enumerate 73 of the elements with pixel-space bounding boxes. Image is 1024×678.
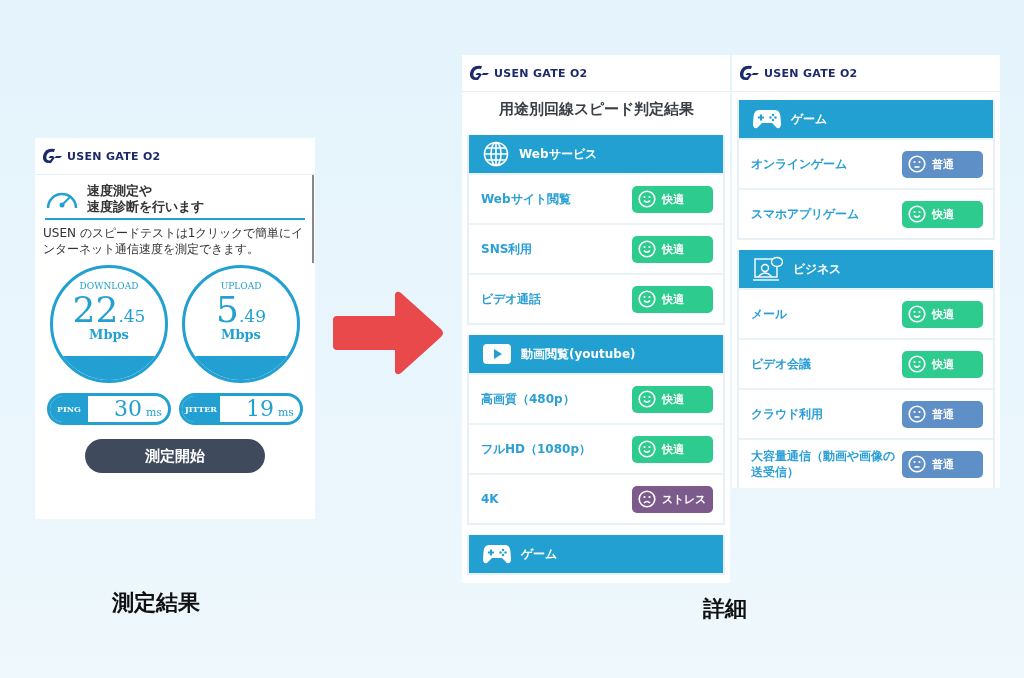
item-label: フルHD（1080p） — [481, 440, 591, 458]
stat-label: PING — [50, 396, 88, 423]
play-icon — [483, 344, 511, 364]
face-icon — [638, 190, 656, 208]
video-call-icon — [753, 256, 783, 282]
speed-value: 5.49 — [216, 292, 266, 329]
rating-badge[interactable]: ストレス — [632, 485, 713, 513]
rating-badge[interactable]: 快適 — [902, 200, 983, 228]
rating-badge[interactable]: 快適 — [632, 435, 713, 463]
item-label: オンラインゲーム — [751, 155, 847, 173]
start-button[interactable]: 測定開始 — [85, 439, 265, 474]
scrollbar[interactable] — [312, 175, 314, 263]
item-label: メール — [751, 305, 787, 323]
rating-badge[interactable]: 快適 — [632, 385, 713, 413]
section-title: 速度測定や — [87, 183, 153, 199]
stat-label: JITTER — [182, 396, 220, 423]
item-label: クラウド利用 — [751, 405, 823, 423]
logo-icon — [738, 64, 760, 82]
unit-label: Mbps — [89, 328, 129, 343]
logo-text: USEN GATE O2 — [764, 66, 858, 80]
item-label: ビデオ通話 — [481, 290, 541, 308]
item-label: 大容量通信（動画や画像の送受信） — [751, 447, 896, 481]
face-icon — [908, 355, 926, 373]
rating-badge[interactable]: 普通 — [902, 150, 983, 178]
face-icon — [908, 155, 926, 173]
speed-value: 22.45 — [72, 292, 146, 329]
page-heading: 用途別回線スピード判定結果 — [497, 100, 695, 119]
gauge-label: DOWNLOAD — [79, 281, 139, 292]
section-title: ゲーム — [521, 545, 557, 563]
description-text: USEN のスピードテストは1クリックで簡単にインターネット通信速度を測定できます。 — [43, 226, 305, 258]
caption-text: 測定結果 — [112, 589, 200, 617]
item-label: Webサイト閲覧 — [481, 190, 571, 208]
logo-text: USEN GATE O2 — [494, 66, 588, 80]
rating-badge[interactable]: 快適 — [632, 185, 713, 213]
face-icon — [638, 440, 656, 458]
globe-icon — [483, 141, 509, 167]
logo-text: USEN GATE O2 — [67, 149, 161, 163]
face-icon — [908, 405, 926, 423]
face-icon — [638, 290, 656, 308]
logo-icon — [468, 64, 490, 82]
rating-badge[interactable]: 快適 — [902, 350, 983, 378]
arrow-icon — [333, 290, 445, 376]
section-title: 速度診断を行います — [87, 198, 204, 215]
face-icon — [638, 490, 656, 508]
caption-text: 詳細 — [703, 595, 747, 623]
unit-label: Mbps — [221, 328, 261, 343]
stat-value: 19 — [245, 396, 274, 423]
rating-badge[interactable]: 快適 — [632, 235, 713, 263]
face-icon — [908, 455, 926, 473]
item-label: 高画質（480p） — [481, 390, 575, 408]
section-title: ビジネス — [793, 260, 841, 278]
face-icon — [908, 205, 926, 223]
face-icon — [638, 240, 656, 258]
face-icon — [638, 390, 656, 408]
section-title: 動画閲覧(youtube) — [521, 345, 636, 363]
gauge-label: UPLOAD — [220, 281, 262, 292]
rating-badge[interactable]: 快適 — [632, 285, 713, 313]
rating-badge[interactable]: 普通 — [902, 400, 983, 428]
section-title: Webサービス — [519, 145, 597, 163]
gamepad-icon — [753, 109, 781, 129]
item-label: ビデオ会議 — [751, 355, 811, 373]
rating-badge[interactable]: 快適 — [902, 300, 983, 328]
item-label: 4K — [481, 490, 499, 508]
gamepad-icon — [483, 544, 511, 564]
unit-label: ms — [277, 406, 294, 420]
item-label: SNS利用 — [481, 240, 533, 258]
rating-badge[interactable]: 普通 — [902, 450, 983, 478]
item-label: スマホアプリゲーム — [751, 205, 859, 223]
logo-icon — [41, 147, 63, 165]
stat-value: 30 — [113, 396, 142, 423]
unit-label: ms — [145, 406, 162, 420]
face-icon — [908, 305, 926, 323]
section-title: ゲーム — [791, 110, 827, 128]
